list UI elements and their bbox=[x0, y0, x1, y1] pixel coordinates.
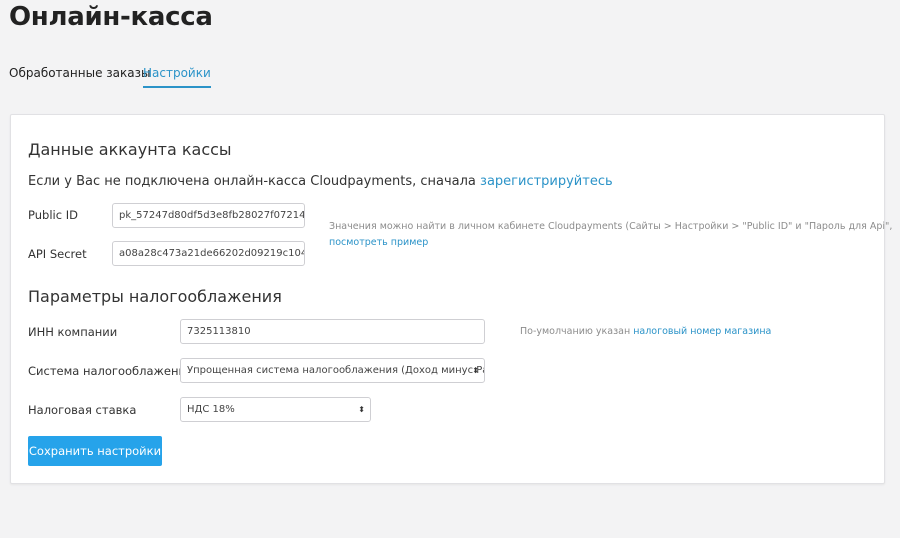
tax-system-label: Система налогооблажения bbox=[28, 364, 193, 378]
register-link[interactable]: зарегистрируйтесь bbox=[480, 174, 613, 189]
select-arrows-icon: ⬍ bbox=[472, 366, 479, 375]
inn-hint-text: По-умолчанию указан bbox=[520, 326, 631, 337]
save-settings-button[interactable]: Сохранить настройки bbox=[28, 436, 162, 466]
settings-card: Данные аккаунта кассы Если у Вас не подк… bbox=[10, 114, 892, 484]
tab-settings[interactable]: Настройки bbox=[143, 66, 211, 88]
store-tax-number-link[interactable]: налоговый номер магазина bbox=[633, 326, 771, 337]
api-secret-input[interactable]: a08a28c473a21de66202d09219c10408 bbox=[112, 241, 305, 266]
account-section-title: Данные аккаунта кассы bbox=[28, 140, 232, 159]
tax-system-value: Упрощенная система налогооблажения (Дохо… bbox=[187, 365, 485, 376]
tax-section-title: Параметры налогооблажения bbox=[28, 287, 282, 306]
inn-label: ИНН компании bbox=[28, 325, 118, 339]
tax-system-select[interactable]: Упрощенная система налогооблажения (Дохо… bbox=[180, 358, 485, 383]
tax-rate-value: НДС 18% bbox=[187, 404, 235, 415]
public-id-input[interactable]: pk_57247d80df5d3e8fb28027f07214a bbox=[112, 203, 305, 228]
page-title: Онлайн-касса bbox=[9, 2, 213, 32]
credentials-hint: Значения можно найти в личном кабинете C… bbox=[329, 221, 893, 232]
see-example-link[interactable]: посмотреть пример bbox=[329, 237, 428, 248]
select-arrows-icon: ⬍ bbox=[358, 405, 365, 414]
inn-hint: По-умолчанию указан налоговый номер мага… bbox=[520, 326, 771, 337]
intro-text: Если у Вас не подключена онлайн-касса Cl… bbox=[28, 174, 613, 189]
tax-rate-select[interactable]: НДС 18% ⬍ bbox=[180, 397, 371, 422]
intro-message: Если у Вас не подключена онлайн-касса Cl… bbox=[28, 174, 476, 189]
public-id-label: Public ID bbox=[28, 208, 78, 222]
inn-input[interactable]: 7325113810 bbox=[180, 319, 485, 344]
credentials-hint-link-row: посмотреть пример bbox=[329, 237, 428, 248]
api-secret-label: API Secret bbox=[28, 247, 87, 261]
tax-rate-label: Налоговая ставка bbox=[28, 403, 137, 417]
tab-processed-orders[interactable]: Обработанные заказы bbox=[9, 66, 150, 86]
